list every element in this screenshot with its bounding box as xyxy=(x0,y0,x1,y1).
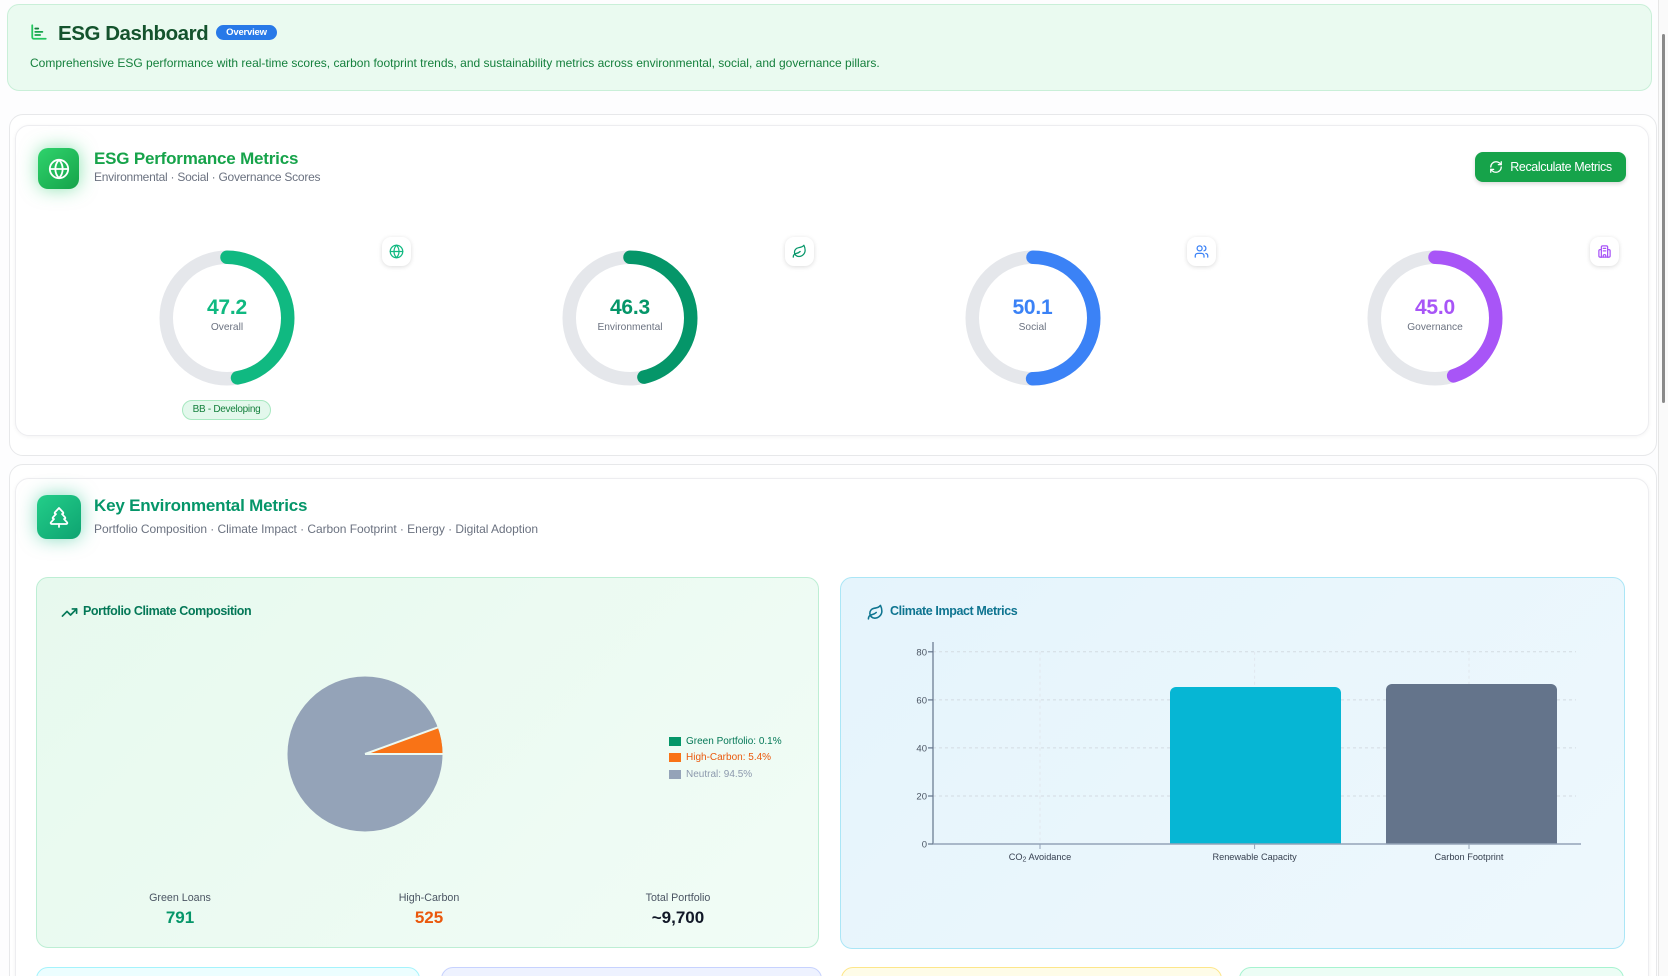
svg-text:40: 40 xyxy=(916,743,927,754)
svg-text:Renewable Capacity: Renewable Capacity xyxy=(1212,852,1297,862)
svg-text:80: 80 xyxy=(916,647,927,658)
svg-text:60: 60 xyxy=(916,695,927,706)
svg-text:20: 20 xyxy=(916,792,927,803)
svg-text:Carbon Footprint: Carbon Footprint xyxy=(1435,852,1504,862)
svg-text:0: 0 xyxy=(922,840,927,851)
svg-text:CO2 Avoidance: CO2 Avoidance xyxy=(1009,852,1071,864)
